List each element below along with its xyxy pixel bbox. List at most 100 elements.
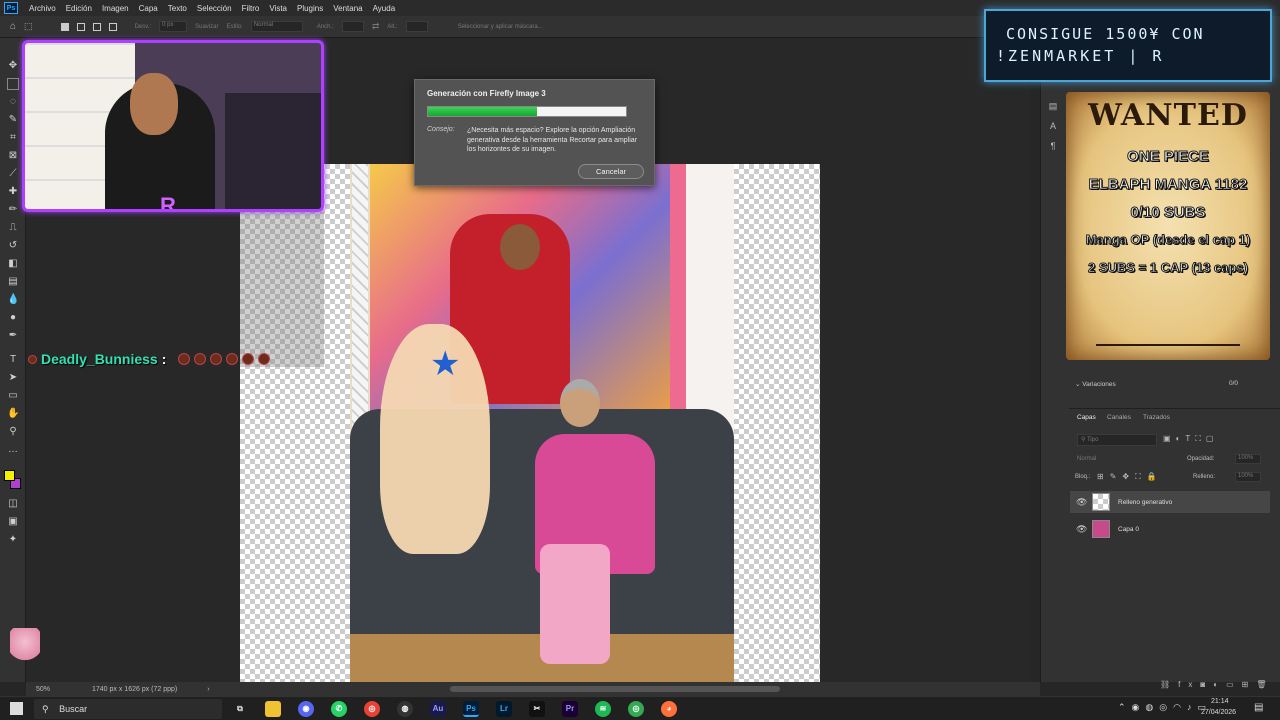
task-view-icon[interactable]: ⧉ bbox=[232, 701, 248, 717]
group-icon[interactable]: ▭ bbox=[1226, 680, 1242, 689]
layer-filter[interactable]: ⚲ Tipo bbox=[1077, 434, 1157, 446]
lock-artboard-icon[interactable]: ⛶ bbox=[1135, 472, 1147, 481]
gradient-icon[interactable]: ▤ bbox=[7, 276, 19, 288]
style-select[interactable]: Normal bbox=[250, 21, 303, 32]
visibility-eye-icon[interactable]: 👁 bbox=[1076, 524, 1087, 535]
menu-archivo[interactable]: Archivo bbox=[24, 4, 61, 13]
more-tools-icon[interactable]: … bbox=[7, 444, 19, 456]
menu-imagen[interactable]: Imagen bbox=[97, 4, 134, 13]
tab-trazados[interactable]: Trazados bbox=[1143, 414, 1170, 421]
layer-row-relleno-generativo[interactable]: 👁 Relleno generativo bbox=[1070, 491, 1270, 513]
tray-app-icon[interactable]: ◎ bbox=[1159, 702, 1173, 712]
history-brush-icon[interactable]: ↺ bbox=[7, 240, 19, 252]
spotify-icon[interactable]: ≋ bbox=[595, 701, 611, 717]
start-icon[interactable] bbox=[10, 702, 23, 715]
zoom-tool-icon[interactable]: ⚲ bbox=[7, 426, 19, 438]
menu-edicion[interactable]: Edición bbox=[61, 4, 97, 13]
menu-seleccion[interactable]: Selección bbox=[192, 4, 237, 13]
wifi-icon[interactable]: ◠ bbox=[1173, 702, 1187, 712]
menu-filtro[interactable]: Filtro bbox=[237, 4, 265, 13]
opacity-input[interactable]: 100% bbox=[1235, 454, 1261, 464]
dodge-icon[interactable]: ● bbox=[7, 312, 19, 324]
quick-mask-icon[interactable]: ◫ bbox=[7, 498, 19, 510]
tray-app-icon[interactable]: ◍ bbox=[1145, 702, 1159, 712]
swap-icon[interactable]: ⇄ bbox=[372, 21, 380, 32]
crop-tool-icon[interactable]: ⌗ bbox=[7, 132, 19, 144]
notification-icon[interactable]: ▤ bbox=[1254, 702, 1263, 713]
quick-select-icon[interactable]: ✎ bbox=[7, 114, 19, 126]
volume-icon[interactable]: ♪ bbox=[1187, 702, 1198, 712]
add-mask-icon[interactable]: ◙ bbox=[1200, 680, 1213, 689]
intersect-selection-icon[interactable] bbox=[108, 22, 117, 31]
blend-mode-select[interactable]: Normal bbox=[1077, 456, 1096, 462]
menu-capa[interactable]: Capa bbox=[134, 4, 163, 13]
screen-mode-icon[interactable]: ▣ bbox=[7, 516, 19, 528]
menu-texto[interactable]: Texto bbox=[163, 4, 192, 13]
visibility-eye-icon[interactable]: 👁 bbox=[1076, 497, 1087, 508]
menu-ventana[interactable]: Ventana bbox=[328, 4, 367, 13]
hand-tool-icon[interactable]: ✋ bbox=[7, 408, 19, 420]
chrome-icon[interactable]: ◎ bbox=[364, 701, 380, 717]
move-tool-icon[interactable]: ✥ bbox=[7, 60, 19, 72]
type-tool-icon[interactable]: T bbox=[7, 354, 19, 366]
menu-vista[interactable]: Vista bbox=[264, 4, 292, 13]
tab-canales[interactable]: Canales bbox=[1107, 414, 1131, 421]
firefox-icon[interactable]: ◕ bbox=[661, 701, 677, 717]
marquee-tool-icon[interactable] bbox=[7, 78, 19, 90]
menu-ayuda[interactable]: Ayuda bbox=[368, 4, 401, 13]
lock-move-icon[interactable]: ✥ bbox=[1122, 472, 1135, 481]
clock-date[interactable]: 27/04/2026 bbox=[1201, 709, 1236, 716]
panel-layers-icon[interactable]: ▤ bbox=[1045, 96, 1061, 116]
status-arrow-icon[interactable]: › bbox=[207, 686, 209, 693]
generative-icon[interactable]: ✦ bbox=[7, 534, 19, 546]
new-layer-icon[interactable]: ⊞ bbox=[1242, 680, 1257, 689]
blur-icon[interactable]: 💧 bbox=[7, 294, 19, 306]
adjustment-icon[interactable]: ◐ bbox=[1213, 680, 1226, 689]
obs-icon[interactable]: ◍ bbox=[397, 701, 413, 717]
pen-tool-icon[interactable]: ✒ bbox=[7, 330, 19, 342]
filter-pixel-icon[interactable]: ▣ bbox=[1163, 434, 1176, 443]
panel-character-icon[interactable]: A bbox=[1045, 116, 1061, 136]
add-selection-icon[interactable] bbox=[76, 22, 85, 31]
height-input[interactable] bbox=[405, 21, 428, 32]
lock-paint-icon[interactable]: ✎ bbox=[1110, 472, 1123, 481]
rectangle-tool-icon[interactable]: ▭ bbox=[7, 390, 19, 402]
photoshop-taskbar-icon[interactable]: Ps bbox=[463, 701, 479, 717]
premiere-icon[interactable]: Pr bbox=[562, 701, 578, 717]
filter-type-icon[interactable]: T bbox=[1185, 434, 1195, 443]
link-layers-icon[interactable]: ⛓ bbox=[1160, 680, 1178, 689]
eyedropper-icon[interactable]: ⟋ bbox=[7, 168, 19, 180]
clock-time[interactable]: 21:14 bbox=[1211, 698, 1229, 705]
select-and-mask-button[interactable]: Seleccionar y aplicar máscara... bbox=[458, 24, 543, 30]
file-explorer-icon[interactable] bbox=[265, 701, 281, 717]
foreground-color-swatch[interactable] bbox=[4, 470, 15, 481]
tray-chevron-icon[interactable]: ⌃ bbox=[1118, 702, 1132, 712]
path-select-icon[interactable]: ➤ bbox=[7, 372, 19, 384]
filter-adjust-icon[interactable]: ◐ bbox=[1176, 434, 1186, 443]
horizontal-scrollbar[interactable] bbox=[449, 686, 780, 692]
width-input[interactable] bbox=[341, 21, 364, 32]
tray-app-icon[interactable]: ◉ bbox=[1132, 702, 1146, 712]
capcut-icon[interactable]: ✂ bbox=[529, 701, 545, 717]
healing-brush-icon[interactable]: ✚ bbox=[7, 186, 19, 198]
antialias-checkbox[interactable]: Suavizar bbox=[195, 24, 218, 30]
feather-input[interactable]: 0 px bbox=[159, 21, 188, 32]
brush-tool-icon[interactable]: ✏ bbox=[7, 204, 19, 216]
whatsapp-icon[interactable]: ✆ bbox=[331, 701, 347, 717]
eraser-icon[interactable]: ◧ bbox=[7, 258, 19, 270]
filter-smart-icon[interactable]: ▢ bbox=[1206, 434, 1219, 443]
subtract-selection-icon[interactable] bbox=[92, 22, 101, 31]
discord-icon[interactable]: ◉ bbox=[298, 701, 314, 717]
frame-tool-icon[interactable]: ⊠ bbox=[7, 150, 19, 162]
marquee-tool-icon[interactable]: ⬚ bbox=[24, 21, 33, 32]
variations-chevron-icon[interactable]: ⌄ bbox=[1075, 381, 1080, 388]
tab-capas[interactable]: Capas bbox=[1077, 414, 1096, 421]
fill-input[interactable]: 100% bbox=[1235, 472, 1261, 482]
clone-stamp-icon[interactable]: ⎍ bbox=[7, 222, 19, 234]
taskbar-search[interactable]: ⚲ Buscar bbox=[34, 699, 222, 719]
chrome-alt-icon[interactable]: ◎ bbox=[628, 701, 644, 717]
lock-pixels-icon[interactable]: ⊞ bbox=[1097, 472, 1110, 481]
audition-icon[interactable]: Au bbox=[430, 701, 446, 717]
panel-paragraph-icon[interactable]: ¶ bbox=[1045, 136, 1061, 156]
filter-shape-icon[interactable]: ⛶ bbox=[1195, 434, 1206, 443]
